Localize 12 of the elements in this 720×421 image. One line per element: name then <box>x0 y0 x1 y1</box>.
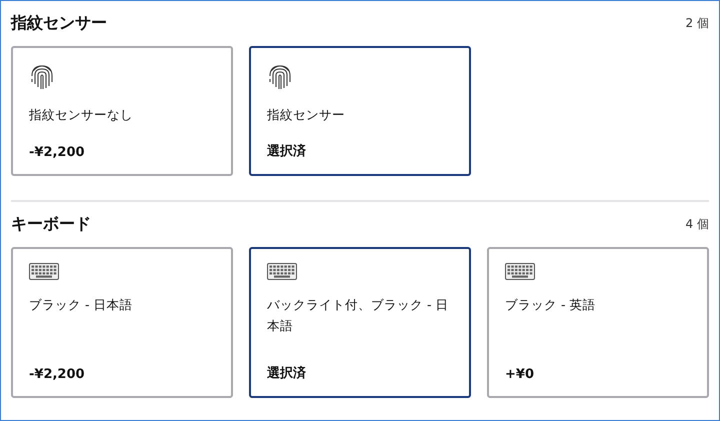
item-count: 2 個 <box>686 14 709 32</box>
section-title: 指紋センサー <box>11 12 107 34</box>
item-count: 4 個 <box>686 216 709 232</box>
option-card[interactable]: バックライト付、ブラック - 日本語 選択済 <box>249 247 471 398</box>
option-card[interactable]: 指紋センサー 選択済 <box>249 46 471 176</box>
section-title: キーボード <box>11 214 91 234</box>
option-card[interactable]: 指紋センサーなし -¥2,200 <box>11 46 233 176</box>
keyboard-icon <box>267 263 297 280</box>
option-card[interactable]: ブラック - 英語 +¥0 <box>487 247 709 398</box>
keyboard-icon <box>505 263 535 280</box>
option-card[interactable]: ブラック - 日本語 -¥2,200 <box>11 247 233 398</box>
keyboard-icon <box>29 263 59 280</box>
